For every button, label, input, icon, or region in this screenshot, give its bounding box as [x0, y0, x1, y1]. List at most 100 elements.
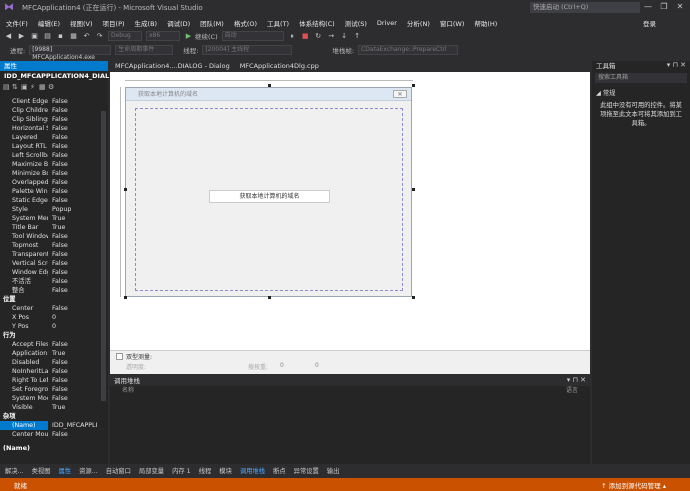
property-row[interactable]: Right To Left False — [0, 376, 100, 385]
stop-icon[interactable]: ■ — [301, 32, 310, 41]
thread-dropdown[interactable]: [20004] 主线程 — [202, 45, 293, 55]
alphabetical-icon[interactable]: ⇅ — [12, 83, 21, 91]
tab-dlg-cpp[interactable]: MFCApplication4Dlg.cpp — [235, 61, 324, 72]
minimize-button[interactable]: — — [640, 0, 656, 14]
property-value[interactable]: False — [48, 133, 100, 142]
property-row[interactable]: Disabled False — [0, 358, 100, 367]
property-row[interactable]: Topmost False — [0, 241, 100, 250]
menu-help[interactable]: 帮助(H) — [474, 18, 497, 28]
property-value[interactable]: False — [48, 169, 100, 178]
property-row[interactable]: X Pos 0 — [0, 313, 100, 322]
property-value[interactable]: False — [48, 115, 100, 124]
tab-class-view[interactable]: 类视图 — [32, 466, 51, 475]
tab-modules[interactable]: 模块 — [219, 466, 232, 475]
offset-value-1[interactable]: 0 — [280, 362, 284, 369]
property-row[interactable]: Maximize BoFalse — [0, 160, 100, 169]
menu-analyze[interactable]: 分析(N) — [407, 18, 430, 28]
menu-architecture[interactable]: 体系结构(C) — [299, 18, 335, 28]
properties-scrollbar[interactable] — [101, 111, 106, 401]
property-value[interactable]: True — [48, 349, 100, 358]
property-value[interactable]: False — [48, 340, 100, 349]
open-icon[interactable]: ▤ — [43, 32, 52, 41]
resize-handle[interactable] — [412, 188, 415, 191]
tab-autos[interactable]: 自动窗口 — [106, 466, 131, 475]
menu-team[interactable]: 团队(M) — [200, 18, 224, 28]
save-all-icon[interactable]: ▦ — [69, 32, 78, 41]
property-value[interactable]: False — [48, 160, 100, 169]
property-value[interactable]: False — [48, 268, 100, 277]
property-row[interactable]: Center False — [0, 304, 100, 313]
menu-build[interactable]: 生成(B) — [135, 18, 158, 28]
tab-locals[interactable]: 局部变量 — [139, 466, 164, 475]
dialog-preview[interactable]: 获取本地计算机的域名 ✕ 获取本地计算机的域名 — [125, 87, 412, 297]
undo-icon[interactable]: ↶ — [82, 32, 91, 41]
property-value[interactable]: False — [48, 430, 100, 439]
config-dropdown[interactable]: Debug — [108, 31, 142, 41]
property-value[interactable]: 0 — [48, 322, 100, 331]
property-row[interactable]: Y Pos 0 — [0, 322, 100, 331]
property-row[interactable]: Left Scrollba False — [0, 151, 100, 160]
property-value[interactable]: False — [48, 367, 100, 376]
property-category[interactable]: 杂项 — [0, 412, 100, 421]
property-category[interactable]: 位置 — [0, 295, 100, 304]
step-out-icon[interactable]: ↑ — [353, 32, 362, 41]
overrides-icon[interactable]: ⚙ — [48, 83, 57, 91]
new-file-icon[interactable]: ▣ — [30, 32, 39, 41]
resize-handle[interactable] — [124, 296, 127, 299]
menu-project[interactable]: 项目(P) — [103, 18, 125, 28]
tab-breakpoints[interactable]: 断点 — [273, 466, 286, 475]
menu-edit[interactable]: 编辑(E) — [38, 18, 60, 28]
property-row[interactable]: Accept Files False — [0, 340, 100, 349]
property-value[interactable]: False — [48, 277, 100, 286]
resize-handle[interactable] — [412, 296, 415, 299]
continue-label[interactable]: 继续(C) — [195, 31, 218, 41]
property-value[interactable]: IDD_MFCAPPLI — [48, 421, 100, 430]
get-domain-button[interactable]: 获取本地计算机的域名 — [209, 190, 330, 203]
redo-icon[interactable]: ↷ — [95, 32, 104, 41]
property-value[interactable]: False — [48, 250, 100, 259]
column-name[interactable]: 名称 — [122, 387, 134, 394]
tab-solution-explorer[interactable]: 解决... — [5, 466, 24, 475]
tab-properties[interactable]: 属性 — [59, 466, 72, 475]
resize-handle[interactable] — [412, 84, 415, 87]
menu-test[interactable]: 测试(S) — [345, 18, 367, 28]
lifecycle-events-dropdown[interactable]: 生命周期事件 — [115, 45, 174, 55]
tab-threads[interactable]: 线程 — [199, 466, 212, 475]
resize-handle[interactable] — [124, 188, 127, 191]
property-row[interactable]: Palette Winc False — [0, 187, 100, 196]
property-value[interactable]: 0 — [48, 313, 100, 322]
property-row[interactable]: Overlapped False — [0, 178, 100, 187]
property-value[interactable]: False — [48, 196, 100, 205]
property-row[interactable]: Horizontal S False — [0, 124, 100, 133]
test-checkbox[interactable] — [116, 353, 123, 360]
property-value[interactable]: False — [48, 286, 100, 295]
property-value[interactable]: True — [48, 223, 100, 232]
property-value[interactable]: False — [48, 97, 100, 106]
properties-icon[interactable]: ▣ — [21, 83, 30, 91]
menu-debug[interactable]: 调试(D) — [167, 18, 190, 28]
offset-value-2[interactable]: 0 — [315, 362, 319, 369]
quick-launch-input[interactable]: 快速启动 (Ctrl+Q) — [530, 2, 640, 13]
property-row[interactable]: Style Popup — [0, 205, 100, 214]
property-row[interactable]: Title Bar True — [0, 223, 100, 232]
messages-icon[interactable]: ▦ — [39, 83, 48, 91]
tab-output[interactable]: 输出 — [327, 466, 340, 475]
forward-icon[interactable]: ▶ — [17, 32, 26, 41]
property-row[interactable]: (Name) IDD_MFCAPPLI — [0, 421, 100, 430]
property-value[interactable]: False — [48, 304, 100, 313]
property-row[interactable]: System Men True — [0, 214, 100, 223]
property-value[interactable]: False — [48, 241, 100, 250]
property-row[interactable]: Static Edge False — [0, 196, 100, 205]
toolbox-group-general[interactable]: ◢ 常规 — [596, 88, 615, 97]
property-row[interactable]: Tool Window False — [0, 232, 100, 241]
tab-memory[interactable]: 内存 1 — [172, 466, 191, 475]
property-value[interactable]: False — [48, 232, 100, 241]
property-row[interactable]: Set Foregro False — [0, 385, 100, 394]
tab-dialog-resource[interactable]: MFCApplication4....DIALOG - Dialog — [110, 61, 235, 72]
property-value[interactable]: False — [48, 142, 100, 151]
property-value[interactable]: True — [48, 403, 100, 412]
property-value[interactable]: Popup — [48, 205, 100, 214]
toolbox-search-input[interactable]: 搜索工具箱 — [595, 73, 687, 83]
property-value[interactable]: False — [48, 394, 100, 403]
tab-resource-view[interactable]: 资源... — [79, 466, 98, 475]
